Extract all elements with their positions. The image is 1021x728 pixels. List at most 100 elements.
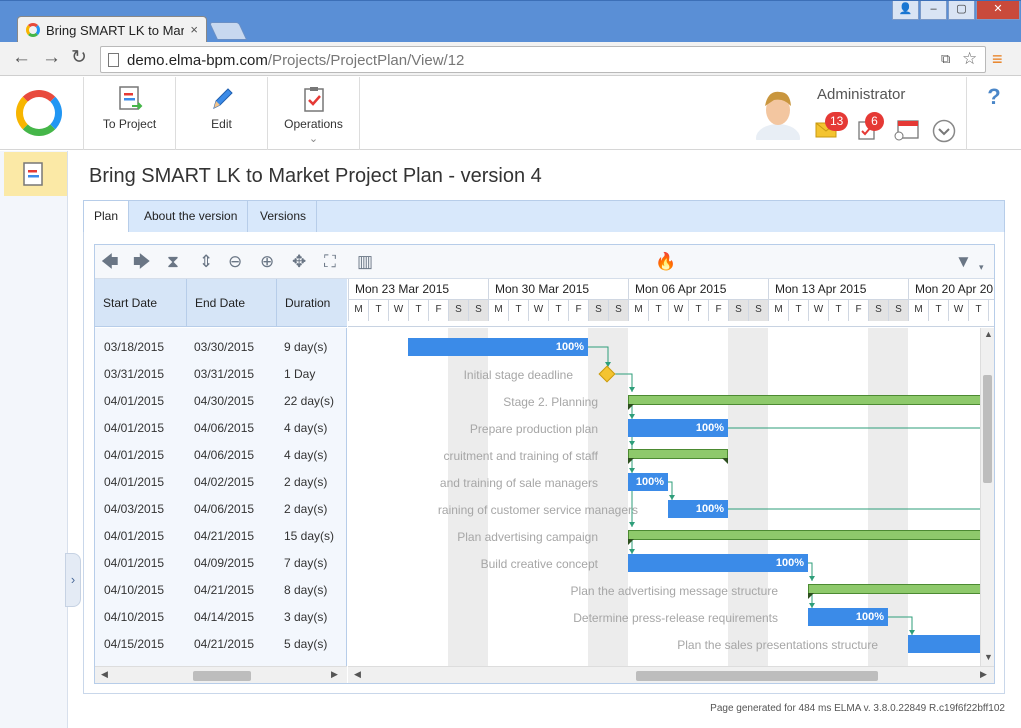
- grid-cell-end[interactable]: 03/31/2015: [194, 367, 254, 381]
- arrow-left-icon[interactable]: 🡄: [101, 253, 119, 271]
- grid-cell-start[interactable]: 04/01/2015: [104, 529, 164, 543]
- grid-cell-duration[interactable]: 4 day(s): [284, 421, 327, 435]
- more-chevron-icon[interactable]: [932, 119, 956, 143]
- bookmark-star-icon[interactable]: ☆: [962, 49, 977, 69]
- browser-menu-icon[interactable]: ≡: [992, 50, 1003, 68]
- close-window-button[interactable]: ✕: [976, 1, 1020, 20]
- edit-button[interactable]: Edit: [176, 77, 268, 150]
- timeline-vertical-scrollbar[interactable]: ▲ ▼: [980, 328, 994, 666]
- filter-icon[interactable]: ▼: [955, 253, 972, 271]
- task-label[interactable]: Build creative concept: [481, 557, 598, 571]
- to-project-button[interactable]: To Project: [84, 77, 176, 150]
- grid-cell-end[interactable]: 04/02/2015: [194, 475, 254, 489]
- grid-cell-end[interactable]: 04/06/2015: [194, 448, 254, 462]
- expand-icon[interactable]: ⇕: [199, 253, 213, 271]
- grid-cell-duration[interactable]: 8 day(s): [284, 583, 327, 597]
- arrow-right-icon[interactable]: 🡆: [133, 253, 151, 271]
- filter-dropdown-icon[interactable]: ▾: [979, 258, 984, 276]
- column-duration[interactable]: Duration: [277, 279, 347, 327]
- grid-cell-start[interactable]: 03/31/2015: [104, 367, 164, 381]
- tab-about-the-version[interactable]: About the version: [134, 201, 249, 232]
- task-label[interactable]: Prepare production plan: [470, 422, 598, 436]
- tab-plan[interactable]: Plan: [84, 201, 130, 234]
- task-label[interactable]: Plan advertising campaign: [457, 530, 598, 544]
- task-bar[interactable]: 100%: [408, 338, 588, 356]
- rail-expand-toggle[interactable]: ›: [65, 553, 81, 607]
- summary-task-bar[interactable]: [628, 449, 728, 464]
- column-end-date[interactable]: End Date: [187, 279, 277, 327]
- user-name[interactable]: Administrator: [817, 86, 905, 103]
- task-bar[interactable]: 100%: [808, 608, 888, 626]
- grid-cell-duration[interactable]: 15 day(s): [284, 529, 334, 543]
- grid-cell-end[interactable]: 04/21/2015: [194, 583, 254, 597]
- avatar[interactable]: [754, 86, 802, 140]
- task-label[interactable]: cruitment and training of staff: [443, 449, 598, 463]
- grid-cell-start[interactable]: 03/18/2015: [104, 340, 164, 354]
- scroll-down-icon[interactable]: ▼: [984, 652, 993, 662]
- task-label[interactable]: Determine press-release requirements: [573, 611, 778, 625]
- grid-cell-duration[interactable]: 7 day(s): [284, 556, 327, 570]
- back-arrow-icon[interactable]: ←: [12, 48, 31, 68]
- critical-path-flame-icon[interactable]: 🔥: [655, 253, 676, 271]
- task-bar[interactable]: 100%: [668, 500, 728, 518]
- grid-cell-end[interactable]: 04/30/2015: [194, 394, 254, 408]
- tab-versions[interactable]: Versions: [250, 201, 318, 232]
- timeline-horizontal-scrollbar[interactable]: ◀ ▶: [348, 666, 994, 683]
- grid-cell-duration[interactable]: 1 Day: [284, 367, 315, 381]
- task-label[interactable]: Plan the advertising message structure: [571, 584, 778, 598]
- fit-to-screen-icon[interactable]: ⛶: [324, 253, 336, 271]
- translate-icon[interactable]: ⧉: [941, 51, 950, 67]
- task-bar[interactable]: 100%: [628, 419, 728, 437]
- grid-horizontal-scrollbar[interactable]: ◀ ▶: [95, 666, 347, 683]
- zoom-out-icon[interactable]: ⊖: [228, 253, 242, 271]
- grid-cell-duration[interactable]: 9 day(s): [284, 340, 327, 354]
- grid-cell-start[interactable]: 04/10/2015: [104, 583, 164, 597]
- grid-cell-start[interactable]: 04/01/2015: [104, 556, 164, 570]
- move-icon[interactable]: ✥: [292, 253, 306, 271]
- grid-cell-duration[interactable]: 2 day(s): [284, 502, 327, 516]
- scroll-left-icon[interactable]: ◀: [354, 669, 361, 680]
- help-button[interactable]: ?: [966, 77, 1021, 150]
- grid-cell-duration[interactable]: 5 day(s): [284, 637, 327, 651]
- minimize-button[interactable]: –: [920, 1, 947, 20]
- task-bar[interactable]: 100%: [908, 635, 980, 653]
- grid-cell-duration[interactable]: 4 day(s): [284, 448, 327, 462]
- address-bar[interactable]: demo.elma-bpm.com/Projects/ProjectPlan/V…: [100, 46, 986, 73]
- grid-cell-start[interactable]: 04/01/2015: [104, 475, 164, 489]
- bar-chart-icon[interactable]: ▥: [357, 253, 373, 271]
- vertical-scroll-thumb[interactable]: [983, 375, 992, 483]
- grid-cell-end[interactable]: 04/06/2015: [194, 502, 254, 516]
- maximize-button[interactable]: ▢: [948, 1, 975, 20]
- collapse-icon[interactable]: ⧗: [167, 253, 179, 271]
- reload-icon[interactable]: ↻: [71, 48, 87, 68]
- summary-task-bar[interactable]: [808, 584, 980, 599]
- calendar-icon[interactable]: [893, 119, 919, 141]
- operations-button[interactable]: Operations ⌄: [268, 77, 360, 150]
- task-label[interactable]: raining of customer service managers: [438, 503, 638, 517]
- scroll-right-icon[interactable]: ▶: [980, 669, 987, 680]
- grid-cell-start[interactable]: 04/01/2015: [104, 448, 164, 462]
- scroll-up-icon[interactable]: ▲: [984, 329, 993, 339]
- task-bar[interactable]: 100%: [628, 554, 808, 572]
- grid-cell-start[interactable]: 04/10/2015: [104, 610, 164, 624]
- grid-cell-duration[interactable]: 22 day(s): [284, 394, 334, 408]
- grid-cell-end[interactable]: 03/30/2015: [194, 340, 254, 354]
- timeline-scroll-thumb[interactable]: [636, 671, 878, 681]
- task-label[interactable]: and training of sale managers: [440, 476, 598, 490]
- user-profile-button[interactable]: 👤: [892, 1, 919, 20]
- scroll-left-icon[interactable]: ◀: [101, 669, 108, 680]
- task-label[interactable]: Plan the sales presentations structure: [677, 638, 878, 652]
- grid-cell-start[interactable]: 04/01/2015: [104, 394, 164, 408]
- grid-cell-start[interactable]: 04/01/2015: [104, 421, 164, 435]
- summary-task-bar[interactable]: [628, 395, 980, 410]
- grid-scroll-thumb[interactable]: [193, 671, 251, 681]
- elma-logo-icon[interactable]: [16, 90, 62, 136]
- task-label[interactable]: Initial stage deadline: [464, 368, 573, 382]
- grid-cell-duration[interactable]: 3 day(s): [284, 610, 327, 624]
- rail-item-project-plan[interactable]: [4, 152, 67, 196]
- grid-cell-start[interactable]: 04/03/2015: [104, 502, 164, 516]
- grid-cell-start[interactable]: 04/15/2015: [104, 637, 164, 651]
- forward-arrow-icon[interactable]: →: [42, 48, 61, 68]
- grid-cell-end[interactable]: 04/09/2015: [194, 556, 254, 570]
- grid-cell-end[interactable]: 04/21/2015: [194, 637, 254, 651]
